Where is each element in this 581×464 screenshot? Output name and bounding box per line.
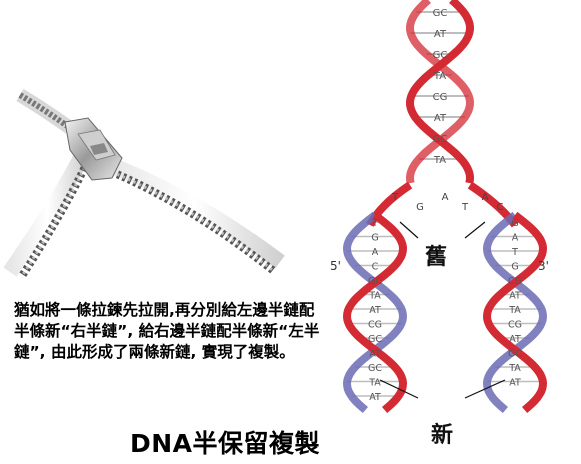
- daughter-base-label: G: [371, 233, 378, 244]
- daughter-base-label: CG: [368, 320, 382, 331]
- daughter-base-label: AT: [509, 378, 521, 389]
- dna-replication-diagram: GCATGCTACGATGCTATGATACTGACGCTAATCGGCATGC…: [330, 0, 549, 448]
- diagram-title: DNA半保留複製: [130, 429, 321, 458]
- base-pair-label: AT: [434, 29, 447, 40]
- daughter-base-label: AT: [509, 334, 521, 345]
- base-pair-label: CG: [433, 92, 448, 103]
- daughter-base-label: CG: [508, 276, 522, 287]
- new-strand-label: 新: [431, 422, 453, 448]
- daughter-base-label: AT: [369, 305, 381, 316]
- fork-base-label: T: [391, 192, 399, 203]
- base-pair-label: GC: [433, 8, 448, 19]
- fork-base-label: C: [497, 202, 504, 213]
- old-strand-label: 舊: [425, 245, 447, 270]
- daughter-base-label: A: [372, 247, 379, 258]
- fork-base-label: T: [461, 202, 469, 213]
- daughter-base-label: T: [511, 247, 518, 258]
- zipper-analogy-text: 猶如將一條拉鍊先拉開,再分別給左邊半鏈配半條新“右半鏈”, 給右邊半鏈配半條新“…: [14, 301, 320, 361]
- daughter-base-label: TA: [368, 291, 381, 302]
- fork-base-label: G: [416, 202, 424, 213]
- daughter-base-label: AT: [369, 392, 381, 403]
- daughter-base-label: CG: [508, 320, 522, 331]
- base-pair-label: GC: [433, 50, 448, 61]
- zipper-right-half: [107, 157, 285, 276]
- daughter-base-label: GC: [368, 363, 382, 374]
- zipper-closed-track: [16, 88, 75, 134]
- base-pair-label: TA: [433, 155, 446, 166]
- zipper-illustration: [3, 88, 285, 279]
- daughter-base-label: TA: [368, 378, 381, 389]
- daughter-base-label: GC: [368, 276, 382, 287]
- daughter-base-label: A: [512, 233, 519, 244]
- three-prime-end-label: 3': [538, 259, 549, 273]
- base-pair-label: GC: [433, 134, 448, 145]
- daughter-base-label: AT: [369, 349, 381, 360]
- daughter-base-label: TA: [508, 363, 521, 374]
- daughter-base-label: AT: [509, 291, 521, 302]
- daughter-base-label: GC: [368, 334, 382, 345]
- daughter-base-label: GC: [508, 349, 522, 360]
- five-prime-end-label: 5': [330, 259, 341, 273]
- daughter-base-label: G: [511, 262, 518, 273]
- daughter-base-label: T: [371, 218, 378, 229]
- base-pair-label: TA: [433, 71, 446, 82]
- zipper-left-half: [3, 146, 96, 279]
- daughter-base-label: G: [511, 218, 518, 229]
- fork-base-label: A: [442, 192, 449, 203]
- fork-base-label: A: [482, 192, 489, 203]
- daughter-base-label: TA: [508, 305, 521, 316]
- base-pair-label: AT: [434, 113, 447, 124]
- daughter-base-label: C: [372, 262, 379, 273]
